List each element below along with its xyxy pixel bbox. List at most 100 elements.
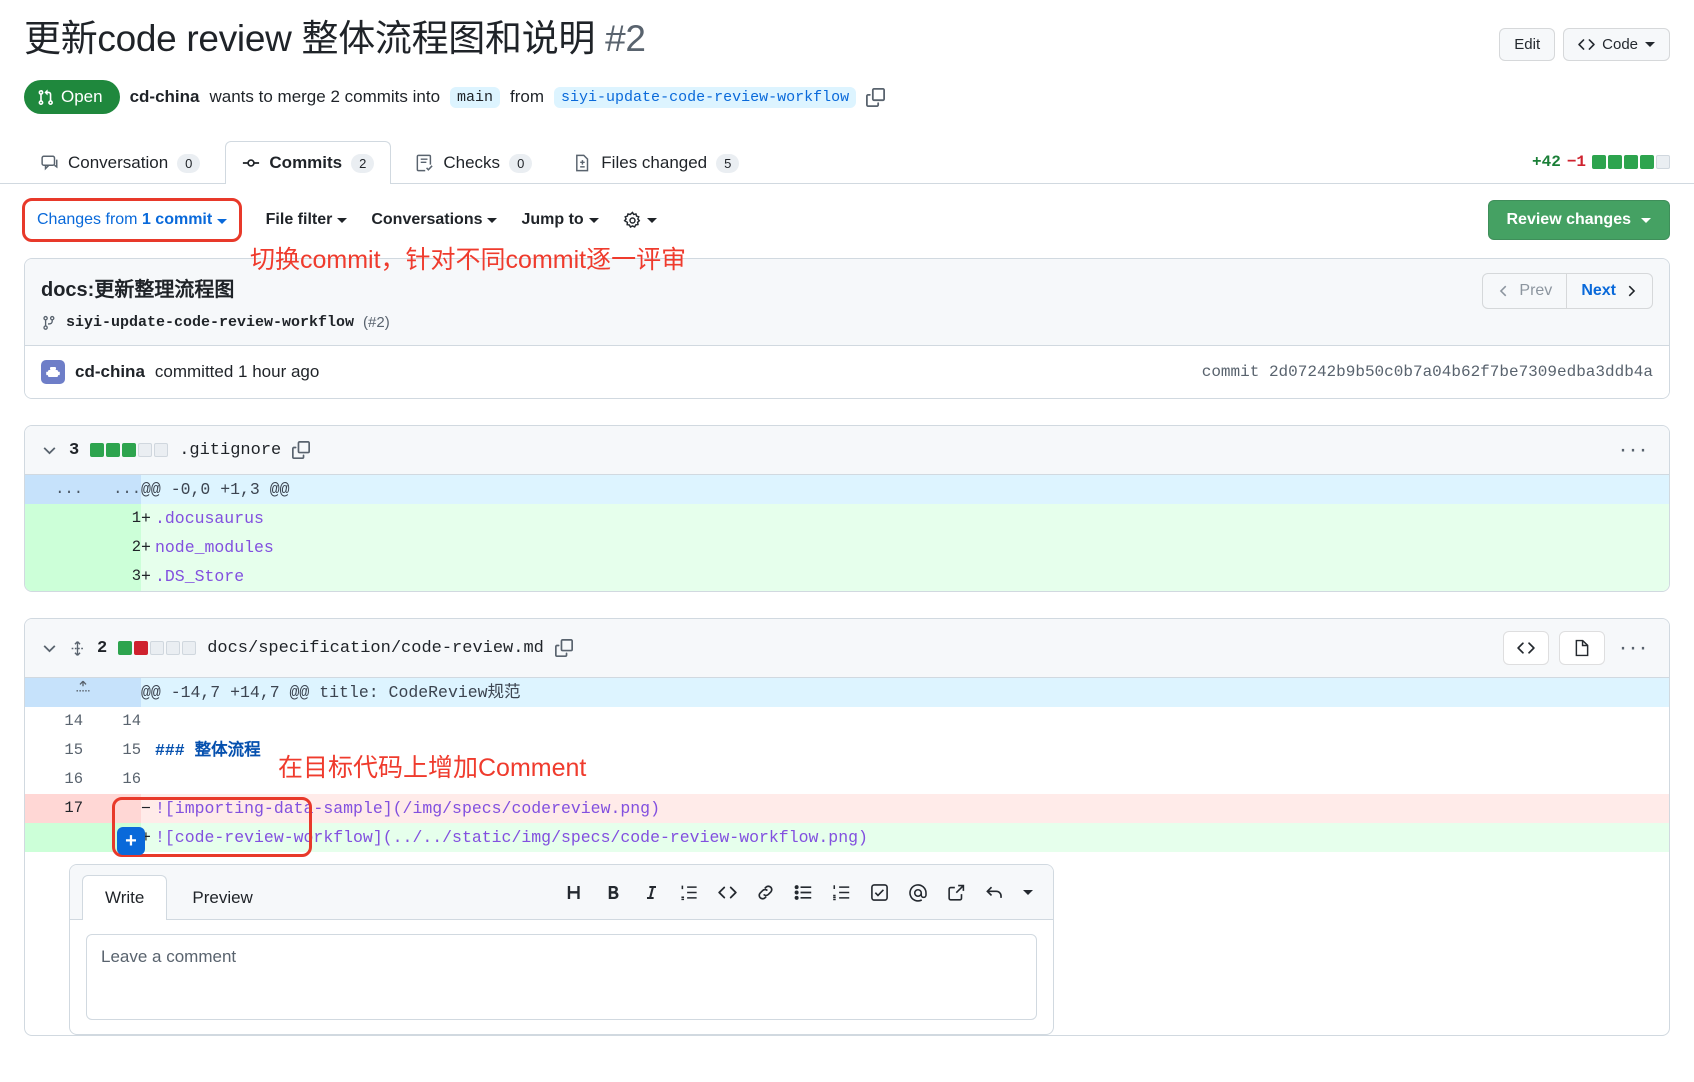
diff-table-gitignore: ... ... @@ -0,0 +1,3 @@ 1 + .docusaurus 2… — [25, 475, 1669, 592]
diff-line-row[interactable]: 17 − ![importing-data-sample](/img/specs/… — [25, 794, 1669, 824]
tab-checks-label: Checks — [443, 153, 501, 173]
file-path[interactable]: docs/specification/code-review.md — [207, 639, 544, 658]
diff-line-text: ![code-review-workflow](../../static/img… — [155, 828, 868, 848]
diff-line-row[interactable]: 17 +![code-review-workflow](../../static… — [25, 823, 1669, 853]
file-filter-label: File filter — [265, 211, 333, 229]
chevron-down-icon — [337, 217, 348, 223]
numbered-list-icon[interactable] — [680, 883, 699, 902]
commit-sha-row: commit 2d07242b9b50c0b7a04b62f7be7309edb… — [1202, 363, 1653, 381]
commit-message: docs:更新整理流程图 — [41, 279, 235, 302]
chevron-down-icon — [216, 219, 227, 225]
next-commit-button[interactable]: Next — [1566, 273, 1653, 310]
file-diffstat-blocks — [118, 641, 197, 656]
chevron-down-icon — [487, 217, 498, 223]
diffstat-deletions: −1 — [1566, 153, 1586, 172]
reply-icon[interactable] — [985, 883, 1004, 902]
copy-branch-icon[interactable] — [866, 87, 886, 107]
diff-line-row[interactable]: 16 16 — [25, 765, 1669, 795]
diff-sign: + — [141, 538, 151, 558]
chevron-down-icon[interactable] — [1023, 890, 1033, 896]
chevron-right-icon — [1624, 284, 1638, 298]
tab-checks[interactable]: Checks 0 — [399, 141, 549, 184]
diff-line-code: + .docusaurus — [141, 504, 1669, 534]
commit-pr-ref[interactable]: (#2) — [363, 314, 390, 331]
diff-line-row[interactable]: 2 + node_modules — [25, 533, 1669, 563]
link-icon[interactable] — [756, 883, 775, 902]
tab-commits[interactable]: Commits 2 — [225, 141, 392, 185]
avatar[interactable] — [41, 360, 65, 385]
commit-author-name[interactable]: cd-china — [75, 362, 145, 382]
collapse-chevron-icon[interactable] — [41, 442, 58, 459]
pr-header: 更新code review 整体流程图和说明 #2 Edit Code Open… — [0, 0, 1694, 115]
tab-preview[interactable]: Preview — [169, 875, 275, 920]
edit-button-label: Edit — [1514, 36, 1541, 53]
view-file-button[interactable] — [1559, 631, 1606, 666]
copy-path-icon[interactable] — [292, 441, 311, 460]
old-ln: 16 — [25, 765, 83, 795]
changes-from-commit-dropdown[interactable]: Changes from 1 commit — [37, 211, 227, 229]
edit-button[interactable]: Edit — [1499, 28, 1556, 61]
move-diff-icon[interactable] — [69, 640, 86, 657]
hunk-header-text: @@ -0,0 +1,3 @@ — [141, 475, 1669, 505]
commit-card-footer: cd-china committed 1 hour ago commit 2d0… — [25, 346, 1669, 399]
commit-card: docs:更新整理流程图 siyi-update-code-review-wor… — [24, 258, 1670, 400]
mention-icon[interactable] — [908, 883, 928, 903]
commit-sha-value[interactable]: 2d07242b9b50c0b7a04b62f7be7309edba3ddb4a — [1269, 363, 1653, 381]
commit-branch-row: siyi-update-code-review-workflow (#2) — [41, 314, 390, 331]
file-options-kebab-icon[interactable]: ··· — [1615, 636, 1653, 660]
code-button[interactable]: Code — [1563, 28, 1670, 61]
task-list-icon[interactable] — [870, 883, 889, 902]
diff-line-code — [141, 707, 1669, 737]
file-filter-dropdown[interactable]: File filter — [266, 211, 348, 229]
status-badge-label: Open — [61, 87, 103, 107]
diff-line-row[interactable]: 14 14 — [25, 707, 1669, 737]
old-ln: 17 — [25, 794, 83, 824]
diff-settings-dropdown[interactable] — [623, 211, 657, 230]
file-change-count: 2 — [97, 638, 108, 658]
pr-tabs-bar: Conversation 0 Commits 2 Checks 0 Files … — [0, 140, 1694, 185]
heading-icon[interactable] — [566, 883, 585, 902]
review-changes-button[interactable]: Review changes — [1487, 200, 1670, 241]
new-ln — [83, 794, 141, 824]
base-branch-chip[interactable]: main — [450, 86, 501, 108]
page-title: 更新code review 整体流程图和说明 #2 — [24, 16, 646, 62]
add-inline-comment-button[interactable]: + — [117, 827, 145, 855]
italic-icon[interactable] — [642, 883, 661, 902]
expand-hunk-button[interactable] — [25, 678, 141, 708]
file-options-kebab-icon[interactable]: ··· — [1615, 438, 1653, 462]
comment-input[interactable]: Leave a comment — [86, 934, 1037, 1021]
pr-author[interactable]: cd-china — [130, 87, 200, 107]
tab-write-label: Write — [105, 888, 145, 908]
conversations-label: Conversations — [371, 211, 483, 229]
old-ln — [25, 533, 83, 563]
head-branch-chip[interactable]: siyi-update-code-review-workflow — [554, 86, 857, 108]
code-icon[interactable] — [718, 883, 737, 902]
diff-line-row[interactable]: 1 + .docusaurus — [25, 504, 1669, 534]
diff-line-row[interactable]: 15 15 ### 整体流程 — [25, 736, 1669, 766]
diff-line-text: .docusaurus — [155, 509, 264, 529]
tab-write[interactable]: Write — [82, 875, 168, 921]
file-diff-code-review-md: 2 docs/specification/code-review.md ··· — [24, 618, 1670, 1037]
copy-path-icon[interactable] — [554, 639, 573, 658]
old-ln: 15 — [25, 736, 83, 766]
diff-sign: + — [141, 509, 151, 529]
prev-commit-button[interactable]: Prev — [1482, 273, 1567, 310]
bold-icon[interactable] — [604, 883, 623, 902]
tab-files-changed-count: 5 — [716, 153, 740, 173]
tab-conversation[interactable]: Conversation 0 — [24, 141, 217, 184]
jump-to-dropdown[interactable]: Jump to — [521, 211, 599, 229]
tab-files-changed[interactable]: Files changed 5 — [557, 141, 756, 184]
diff-hunk-row: @@ -14,7 +14,7 @@ title: CodeReview规范 — [25, 678, 1669, 708]
tab-commits-label: Commits — [269, 153, 343, 173]
cross-reference-icon[interactable] — [947, 883, 966, 902]
tab-preview-label: Preview — [192, 888, 253, 908]
collapse-chevron-icon[interactable] — [41, 640, 58, 657]
file-path[interactable]: .gitignore — [179, 441, 281, 460]
diff-line-row[interactable]: 3 + .DS_Store — [25, 562, 1669, 592]
commit-branch-name[interactable]: siyi-update-code-review-workflow — [66, 314, 354, 331]
view-source-button[interactable] — [1503, 631, 1550, 666]
chevron-down-icon — [1645, 42, 1655, 47]
ordered-list-icon[interactable] — [832, 883, 851, 902]
bulleted-list-icon[interactable] — [794, 883, 813, 902]
conversations-dropdown[interactable]: Conversations — [371, 211, 498, 229]
